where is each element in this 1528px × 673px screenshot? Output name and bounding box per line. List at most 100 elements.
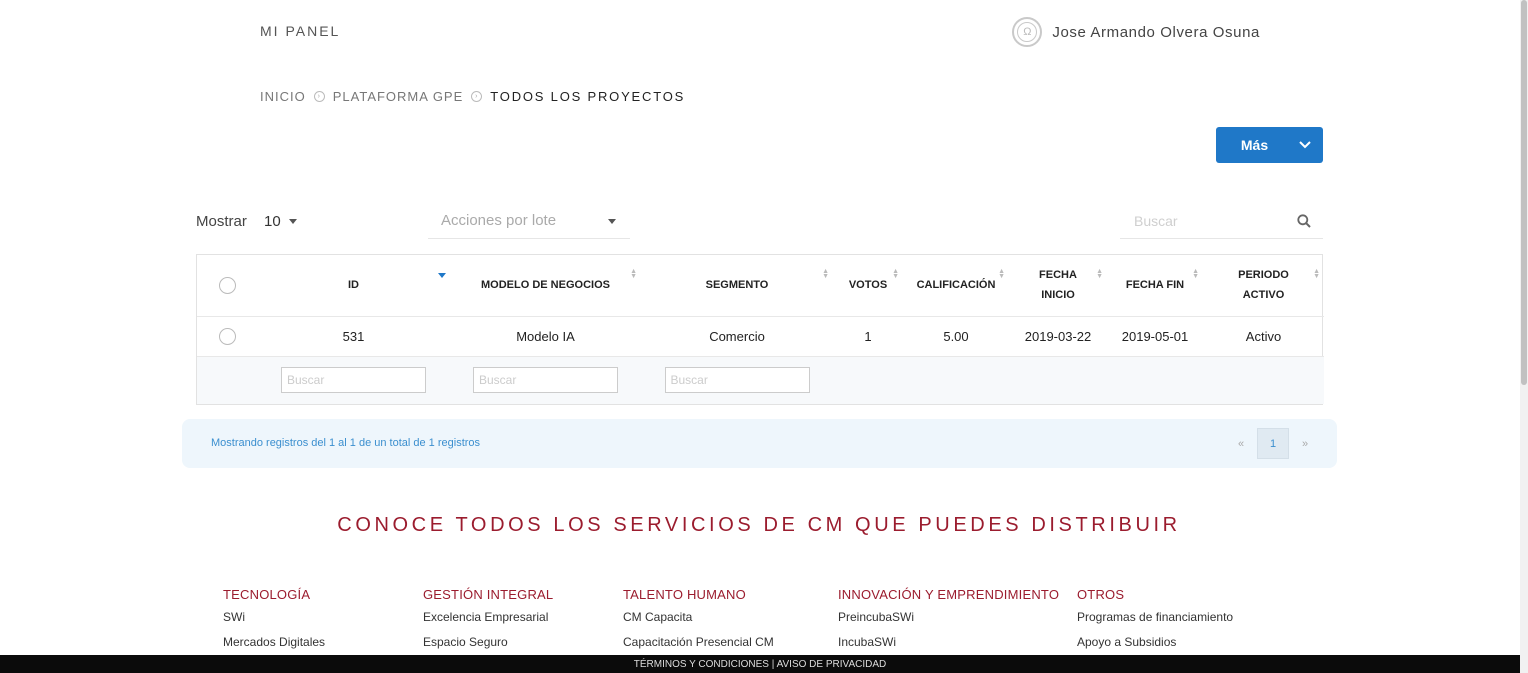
col-header-label: PERIODO: [1238, 269, 1289, 282]
service-link[interactable]: CM Capacita: [623, 610, 774, 625]
batch-actions-select[interactable]: Acciones por lote: [428, 203, 630, 239]
terms-link[interactable]: TÉRMINOS Y CONDICIONES: [634, 659, 769, 670]
projects-table: ID MODELO DE NEGOCIOS ▲ ▼ SEGMENTO ▲ ▼ VOTOS…: [196, 254, 1324, 405]
filter-segmento-input[interactable]: [664, 367, 810, 394]
col-header-label: FECHA FIN: [1125, 279, 1185, 292]
search-input[interactable]: [1120, 212, 1290, 229]
batch-actions-placeholder: Acciones por lote: [441, 212, 557, 229]
show-label: Mostrar: [196, 213, 247, 230]
filter-row: [197, 356, 1324, 404]
next-page-button[interactable]: »: [1289, 428, 1321, 459]
privacy-link[interactable]: AVISO DE PRIVACIDAD: [777, 659, 887, 670]
breadcrumb-plataforma[interactable]: PLATAFORMA GPE: [333, 89, 464, 104]
sort-icon: ▲ ▼: [1192, 268, 1199, 280]
col-header-label: ID: [348, 279, 359, 292]
sort-icon: ▲ ▼: [892, 268, 899, 280]
col-header-id[interactable]: ID: [257, 255, 450, 317]
user-menu[interactable]: Ω Jose Armando Olvera Osuna: [1012, 17, 1260, 47]
services-column-gestion: GESTIÓN INTEGRAL Excelencia Empresarial …: [423, 587, 553, 660]
service-link[interactable]: Programas de financiamiento: [1077, 610, 1233, 625]
services-heading: TECNOLOGÍA: [223, 587, 311, 602]
col-header-segmento[interactable]: SEGMENTO ▲ ▼: [641, 255, 833, 317]
sort-desc-icon: [438, 273, 446, 278]
col-header-label: MODELO DE NEGOCIOS: [481, 279, 610, 292]
services-heading: INNOVACIÓN Y EMPRENDIMIENTO: [838, 587, 1060, 602]
col-header-label: FECHA: [1039, 269, 1077, 282]
col-header-fecha-fin[interactable]: FECHA FIN ▲ ▼: [1107, 255, 1203, 317]
col-header-label: CALIFICACIÓN: [916, 279, 996, 292]
service-link[interactable]: Mercados Digitales: [223, 635, 325, 650]
cell-calificacion: 5.00: [903, 316, 1009, 357]
col-header-modelo[interactable]: MODELO DE NEGOCIOS ▲ ▼: [450, 255, 641, 317]
col-header-calificacion[interactable]: CALIFICACIÓN ▲ ▼: [903, 255, 1009, 317]
services-heading: OTROS: [1077, 587, 1125, 602]
sort-icon: ▲ ▼: [1313, 268, 1320, 280]
services-title: CONOCE TODOS LOS SERVICIOS DE CM QUE PUE…: [337, 514, 1181, 536]
services-column-innovacion: INNOVACIÓN Y EMPRENDIMIENTO PreincubaSWi…: [838, 587, 1059, 660]
row-select-cell: [197, 316, 257, 357]
service-link[interactable]: Espacio Seguro: [423, 635, 553, 650]
breadcrumb-inicio[interactable]: INICIO: [260, 89, 306, 104]
col-header-label: INICIO: [1041, 289, 1075, 302]
filter-id-input[interactable]: [281, 367, 426, 394]
filter-modelo-input[interactable]: [473, 367, 618, 394]
cell-periodo: Activo: [1203, 316, 1324, 357]
col-header-label: VOTOS: [848, 279, 888, 292]
sort-icon: ▲ ▼: [998, 268, 1005, 280]
select-all-radio[interactable]: [218, 276, 236, 294]
panel-title: MI PANEL: [260, 23, 341, 39]
scrollbar-thumb[interactable]: [1521, 0, 1527, 385]
search-icon[interactable]: [1297, 214, 1311, 233]
cell-fecha-inicio: 2019-03-22: [1009, 316, 1107, 357]
chevron-circle-icon: ›: [471, 91, 483, 102]
caret-down-icon: [608, 219, 616, 224]
sort-icon: ▲ ▼: [630, 268, 637, 280]
table-row[interactable]: 531 Modelo IA Comercio 1 5.00 2019-03-22…: [197, 316, 1324, 357]
services-column-tecnologia: TECNOLOGÍA SWi Mercados Digitales: [223, 587, 325, 660]
pagination: « 1 »: [1225, 428, 1321, 459]
table-search: [1120, 203, 1323, 239]
more-actions-button[interactable]: Más: [1216, 127, 1323, 163]
more-actions-label: Más: [1240, 137, 1269, 153]
top-bar: MI PANEL Ω Jose Armando Olvera Osuna: [260, 17, 1260, 47]
page-size-value: 10: [264, 213, 281, 230]
services-column-otros: OTROS Programas de financiamiento Apoyo …: [1077, 587, 1233, 660]
footer-separator: |: [768, 659, 777, 670]
service-link[interactable]: IncubaSWi: [838, 635, 1059, 650]
chevron-circle-icon: ›: [313, 91, 325, 102]
prev-page-button[interactable]: «: [1225, 428, 1257, 459]
col-header-votos[interactable]: VOTOS ▲ ▼: [833, 255, 903, 317]
col-header-periodo[interactable]: PERIODO ACTIVO ▲ ▼: [1203, 255, 1324, 317]
service-link[interactable]: SWi: [223, 610, 325, 625]
service-link[interactable]: PreincubaSWi: [838, 610, 1059, 625]
caret-down-icon: [288, 219, 297, 224]
user-name: Jose Armando Olvera Osuna: [1052, 23, 1260, 41]
table-controls: Mostrar 10 Acciones por lote: [196, 203, 1323, 239]
col-header-label: SEGMENTO: [705, 279, 769, 292]
page-size-select[interactable]: 10: [264, 213, 297, 230]
pagination-bar: Mostrando registros del 1 al 1 de un tot…: [182, 419, 1337, 468]
cell-fecha-fin: 2019-05-01: [1107, 316, 1203, 357]
row-select-radio[interactable]: [218, 327, 236, 345]
table-header-row: ID MODELO DE NEGOCIOS ▲ ▼ SEGMENTO ▲ ▼ VOTOS…: [197, 255, 1324, 317]
cell-votos: 1: [833, 316, 903, 357]
sort-icon: ▲ ▼: [822, 268, 829, 280]
cell-segmento: Comercio: [641, 316, 833, 357]
cell-modelo: Modelo IA: [450, 316, 641, 357]
service-link[interactable]: Capacitación Presencial CM: [623, 635, 774, 650]
page-1-button[interactable]: 1: [1257, 428, 1289, 459]
records-info: Mostrando registros del 1 al 1 de un tot…: [211, 437, 481, 449]
page-scrollbar[interactable]: [1520, 0, 1528, 673]
service-link[interactable]: Apoyo a Subsidios: [1077, 635, 1233, 650]
sort-icon: ▲ ▼: [1096, 268, 1103, 280]
col-header-fecha-inicio[interactable]: FECHA INICIO ▲ ▼: [1009, 255, 1107, 317]
footer: TÉRMINOS Y CONDICIONES | AVISO DE PRIVAC…: [0, 655, 1520, 673]
services-column-talento: TALENTO HUMANO CM Capacita Capacitación …: [623, 587, 774, 660]
chevron-down-icon: [1287, 141, 1323, 149]
select-all-cell: [197, 255, 257, 317]
breadcrumb-current: TODOS LOS PROYECTOS: [490, 89, 686, 104]
cell-id: 531: [257, 316, 450, 357]
services-heading: TALENTO HUMANO: [623, 587, 746, 602]
service-link[interactable]: Excelencia Empresarial: [423, 610, 553, 625]
col-header-label: ACTIVO: [1242, 289, 1285, 302]
